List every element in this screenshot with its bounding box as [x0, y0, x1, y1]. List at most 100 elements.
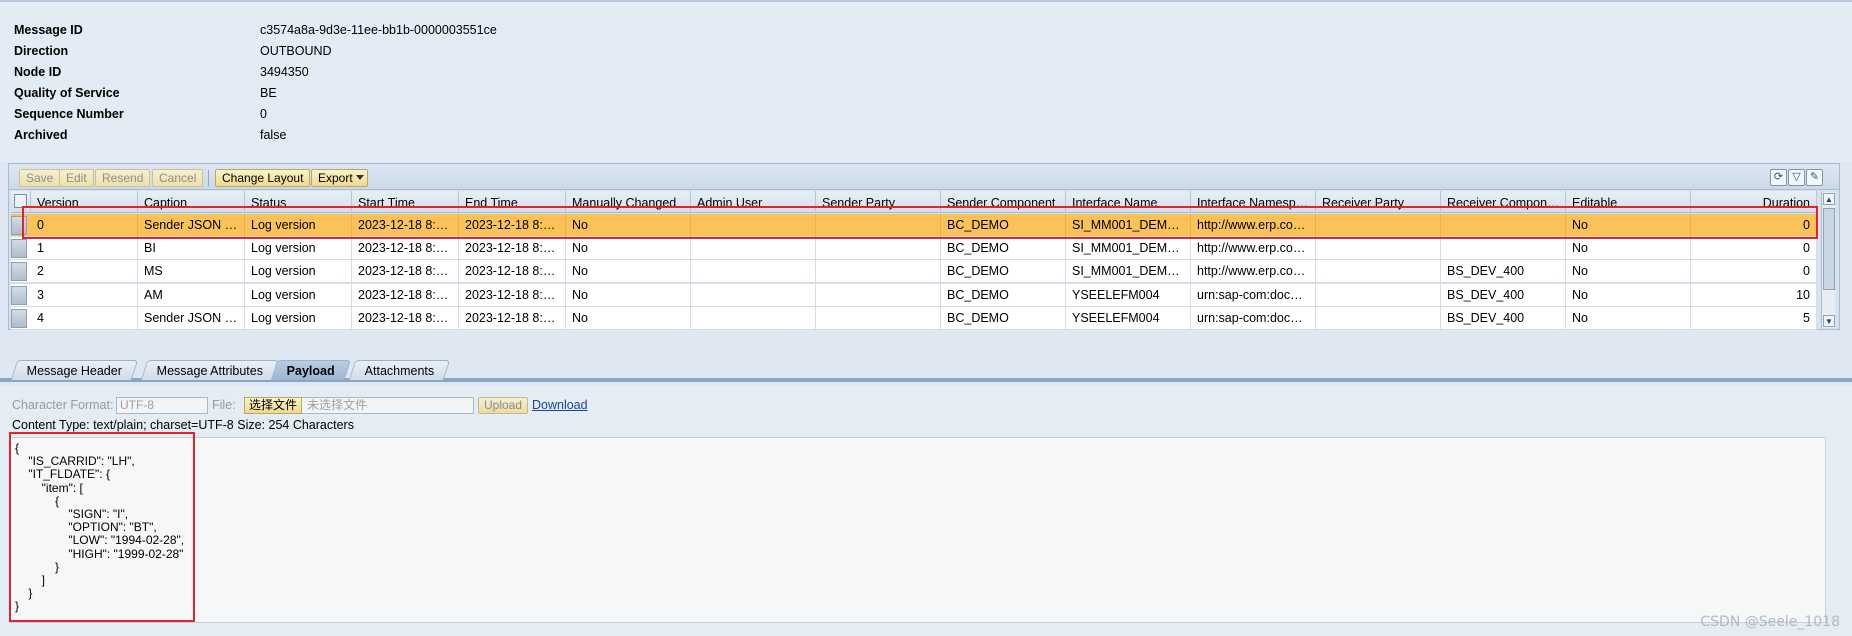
table-cell: 2 — [31, 260, 138, 284]
detail-tabstrip: Message Header Message Attributes Payloa… — [0, 352, 1852, 382]
cancel-button[interactable]: Cancel — [152, 169, 204, 187]
detail-value: OUTBOUND — [260, 44, 332, 58]
detail-value: c3574a8a-9d3e-11ee-bb1b-0000003551ce — [260, 23, 497, 37]
grid-vertical-scrollbar[interactable]: ▲ ▼ — [1821, 192, 1835, 328]
table-cell: MS — [138, 260, 245, 284]
detail-label: Message ID — [14, 23, 83, 37]
edit-button[interactable]: Edit — [59, 169, 94, 187]
table-cell: No — [566, 237, 691, 261]
tab-label: Attachments — [364, 364, 435, 378]
table-cell: BS_DEV_400 — [1441, 306, 1566, 330]
table-cell: BI — [138, 237, 245, 261]
table-cell: YSEELEFM004 — [1066, 283, 1191, 307]
table-cell: 0 — [1691, 237, 1817, 261]
table-row[interactable]: 3 AM Log version 2023-12-18 8:… 2023-12-18 8… — [11, 283, 1817, 307]
payload-controls-row: Character Format: UTF-8 File: 选择文件 未选择文件… — [12, 396, 632, 414]
tab-label: Payload — [286, 364, 335, 378]
save-button[interactable]: Save — [19, 169, 61, 187]
filter-icon[interactable]: ▽ — [1788, 169, 1805, 186]
table-cell: SI_MM001_DEM… — [1066, 237, 1191, 261]
row-selector[interactable] — [11, 262, 27, 282]
table-cell — [691, 237, 816, 261]
table-cell: Log version — [245, 237, 352, 261]
table-cell: http://www.erp.co… — [1191, 260, 1316, 284]
table-cell: 5 — [1691, 306, 1817, 330]
file-label: File: — [212, 398, 236, 412]
detail-label: Node ID — [14, 65, 62, 79]
table-cell: 2023-12-18 8:… — [459, 260, 566, 284]
table-row[interactable]: 2 MS Log version 2023-12-18 8:… 2023-12-18 8… — [11, 260, 1817, 284]
tab-message-attributes[interactable]: Message Attributes — [140, 360, 280, 380]
table-cell — [816, 283, 941, 307]
table-cell: 2023-12-18 8:… — [352, 306, 459, 330]
choose-file-button[interactable]: 选择文件 — [244, 397, 303, 414]
table-cell: http://www.erp.co… — [1191, 237, 1316, 261]
payload-content-area[interactable]: { "IS_CARRID": "LH", "IT_FLDATE": { "ite… — [10, 437, 1826, 623]
scroll-up-icon[interactable]: ▲ — [1823, 193, 1835, 205]
table-cell: BS_DEV_400 — [1441, 260, 1566, 284]
table-cell — [691, 306, 816, 330]
tab-attachments[interactable]: Attachments — [348, 360, 451, 380]
table-cell — [1316, 237, 1441, 261]
row-selector[interactable] — [11, 285, 27, 305]
table-cell: YSEELEFM004 — [1066, 306, 1191, 330]
table-cell: No — [1566, 237, 1691, 261]
table-toolbar: Save Edit Resend Cancel Change Layout Ex… — [9, 164, 1839, 190]
char-format-label: Character Format: — [12, 398, 114, 412]
table-cell — [1441, 237, 1566, 261]
detail-value: false — [260, 128, 287, 142]
download-link[interactable]: Download — [532, 396, 588, 414]
scroll-down-icon[interactable]: ▼ — [1823, 315, 1835, 327]
tab-label: Message Header — [26, 364, 122, 378]
message-details-panel: Message ID c3574a8a-9d3e-11ee-bb1b-00000… — [0, 0, 1852, 162]
file-input[interactable]: 选择文件 未选择文件 — [244, 397, 474, 414]
tab-label: Message Attributes — [156, 364, 263, 378]
resend-button[interactable]: Resend — [95, 169, 151, 187]
table-cell: No — [566, 260, 691, 284]
scroll-thumb[interactable] — [1823, 208, 1835, 290]
change-layout-button[interactable]: Change Layout — [215, 169, 311, 187]
no-file-text: 未选择文件 — [307, 398, 368, 412]
table-cell: 10 — [1691, 283, 1817, 307]
export-button[interactable]: Export — [311, 169, 368, 187]
char-format-input[interactable]: UTF-8 — [116, 397, 208, 414]
table-cell: Log version — [245, 260, 352, 284]
table-cell: BC_DEMO — [941, 237, 1066, 261]
table-cell: 2023-12-18 8:… — [459, 283, 566, 307]
table-cell: No — [1566, 260, 1691, 284]
row-selector[interactable] — [11, 239, 27, 259]
settings-icon[interactable]: ✎ — [1806, 169, 1823, 186]
table-cell — [1316, 306, 1441, 330]
table-cell: BS_DEV_400 — [1441, 283, 1566, 307]
table-row[interactable]: 4 Sender JSON … Log version 2023-12-18 8:… 2… — [11, 306, 1817, 330]
table-cell: urn:sap-com:doc… — [1191, 306, 1316, 330]
detail-value: 3494350 — [260, 65, 309, 79]
table-cell: 3 — [31, 283, 138, 307]
table-cell — [1316, 260, 1441, 284]
detail-label: Direction — [14, 44, 69, 58]
detail-value: 0 — [260, 107, 267, 121]
refresh-icon[interactable]: ⟳ — [1770, 169, 1787, 186]
versions-table-panel: Save Edit Resend Cancel Change Layout Ex… — [8, 163, 1840, 330]
row-selector[interactable] — [11, 308, 27, 328]
table-cell: AM — [138, 283, 245, 307]
toolbar-separator — [208, 170, 209, 186]
table-cell — [816, 260, 941, 284]
table-cell — [816, 306, 941, 330]
export-label: Export — [318, 171, 353, 185]
table-cell: 2023-12-18 8:… — [352, 283, 459, 307]
table-cell: 0 — [1691, 260, 1817, 284]
table-cell: No — [1566, 306, 1691, 330]
table-cell: 2023-12-18 8:… — [459, 237, 566, 261]
tab-message-header[interactable]: Message Header — [10, 360, 139, 380]
table-cell — [691, 283, 816, 307]
table-cell: 2023-12-18 8:… — [459, 306, 566, 330]
table-cell: Log version — [245, 283, 352, 307]
tab-payload[interactable]: Payload — [270, 360, 352, 380]
table-row[interactable]: 1 BI Log version 2023-12-18 8:… 2023-12-18 8… — [11, 237, 1817, 261]
watermark: CSDN @Seele_1018 — [1700, 614, 1840, 630]
upload-button[interactable]: Upload — [478, 397, 529, 414]
table-cell: BC_DEMO — [941, 306, 1066, 330]
table-cell: 4 — [31, 306, 138, 330]
detail-label: Quality of Service — [14, 86, 120, 100]
